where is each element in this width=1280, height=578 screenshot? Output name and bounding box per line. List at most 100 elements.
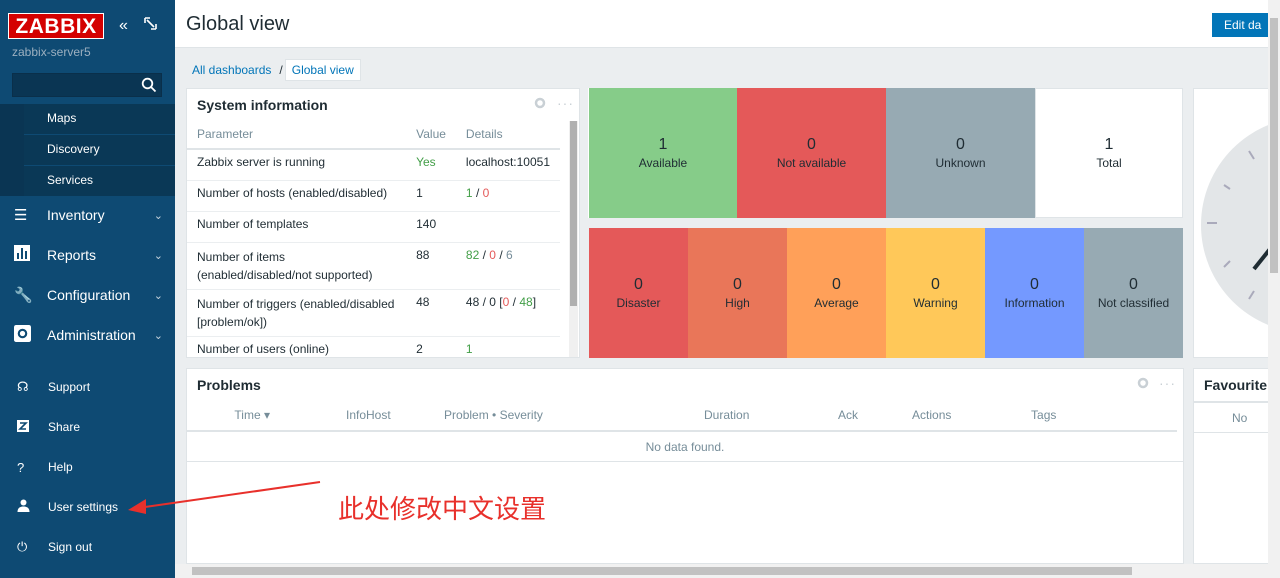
severity-count: 0: [733, 276, 742, 293]
column-header-actions: Actions: [912, 399, 1032, 432]
favourite-empty: No: [1194, 401, 1268, 433]
column-header-time[interactable]: Time ▾: [187, 399, 270, 432]
menu-item-label: Reports: [47, 247, 97, 263]
severity-average-box[interactable]: 0 Average: [787, 228, 886, 358]
menu-item-label: Configuration: [47, 287, 131, 303]
widget-scrollbar-thumb[interactable]: [570, 121, 577, 306]
search-box: [12, 73, 162, 97]
host-label: Total: [1096, 156, 1122, 170]
chevron-down-icon: ⌄: [153, 329, 163, 342]
widget-more-icon[interactable]: ···: [557, 95, 574, 111]
breadcrumb: All dashboards / Global view: [186, 59, 361, 81]
clock-face-icon: [1201, 125, 1268, 325]
zabbix-logo[interactable]: ZABBIX: [8, 13, 104, 39]
value-cell: 2: [406, 336, 456, 357]
gear-icon: [0, 324, 47, 346]
host-available-box[interactable]: 1 Available: [589, 88, 737, 218]
value-cell: 88: [406, 242, 456, 290]
param-cell: Zabbix server is running: [187, 149, 407, 181]
menu-item-configuration[interactable]: 🔧 Configuration ⌄: [0, 275, 175, 315]
page-title: Global view: [186, 13, 290, 35]
no-data-message: No data found.: [187, 432, 1183, 462]
menu-item-reports[interactable]: Reports ⌄: [0, 235, 175, 275]
edit-dashboard-button[interactable]: Edit da: [1212, 13, 1272, 37]
user-icon: [0, 499, 48, 515]
page-vertical-scrollbar[interactable]: [1268, 0, 1280, 578]
table-row: Number of triggers (enabled/disabled [pr…: [187, 289, 560, 337]
problems-widget: Problems ··· Time ▾ Info Host Problem • …: [186, 368, 1184, 564]
table-row: Zabbix server is running Yes localhost:1…: [187, 149, 560, 181]
widget-settings-icon[interactable]: [534, 97, 546, 109]
table-row: Number of templates 140: [187, 211, 560, 243]
breadcrumb-current[interactable]: Global view: [284, 59, 361, 81]
severity-not-classified-box[interactable]: 0 Not classified: [1084, 228, 1183, 358]
severity-label: Not classified: [1097, 296, 1170, 310]
sidebar-item-share[interactable]: Share: [0, 407, 175, 447]
submenu-item-discovery[interactable]: Discovery: [24, 135, 175, 166]
system-info-table: Parameter Value Details Zabbix server is…: [187, 119, 560, 357]
widget-more-icon[interactable]: ···: [1159, 375, 1176, 391]
value-cell: 48: [406, 289, 456, 337]
page-header: Global view Edit da: [175, 0, 1280, 48]
page-horizontal-scrollbar[interactable]: [175, 564, 1268, 578]
breadcrumb-all-dashboards[interactable]: All dashboards: [186, 59, 277, 81]
details-cell: [455, 211, 560, 243]
severity-warning-box[interactable]: 0 Warning: [886, 228, 985, 358]
sidebar-item-sign-out[interactable]: ⏻ Sign out: [0, 527, 175, 567]
param-cell: Number of items (enabled/disabled/not su…: [187, 242, 407, 290]
menu-item-administration[interactable]: Administration ⌄: [0, 315, 175, 355]
details-cell: 82 / 0 / 6: [455, 242, 560, 290]
severity-high-box[interactable]: 0 High: [688, 228, 787, 358]
search-icon[interactable]: [141, 77, 157, 93]
param-cell: Number of hosts (enabled/disabled): [187, 180, 407, 212]
column-header-tags: Tags: [1031, 399, 1177, 432]
collapse-sidebar-icon[interactable]: «: [119, 17, 128, 35]
chevron-down-icon: ⌄: [153, 249, 163, 262]
details-cell: 1: [455, 336, 560, 357]
scrollbar-thumb[interactable]: [192, 567, 1132, 575]
menu-item-label: Inventory: [47, 207, 105, 223]
severity-label: High: [725, 296, 750, 310]
host-total-box[interactable]: 1 Total: [1035, 88, 1183, 218]
table-row: Number of hosts (enabled/disabled) 1 1 /…: [187, 180, 560, 212]
kiosk-mode-icon[interactable]: [144, 17, 157, 30]
widget-title: Favourite: [1204, 377, 1268, 393]
host-not-available-box[interactable]: 0 Not available: [737, 88, 886, 218]
table-row: Number of items (enabled/disabled/not su…: [187, 242, 560, 290]
value-cell: Yes: [406, 149, 456, 181]
list-icon: ☰: [14, 207, 28, 224]
headset-icon: ☊: [17, 379, 29, 394]
server-name: zabbix-server5: [12, 45, 91, 59]
table-row: Number of users (online) 2 1: [187, 336, 560, 357]
param-cell: Number of triggers (enabled/disabled [pr…: [187, 289, 407, 337]
severity-count: 0: [931, 276, 940, 293]
scrollbar-thumb[interactable]: [1270, 18, 1278, 273]
bar-chart-icon: [0, 245, 47, 265]
sidebar-item-support[interactable]: ☊ Support: [0, 367, 175, 407]
widget-settings-icon[interactable]: [1137, 377, 1149, 389]
submenu-item-maps[interactable]: Maps: [24, 104, 175, 135]
host-unknown-box[interactable]: 0 Unknown: [886, 88, 1035, 218]
annotation-text: 此处修改中文设置: [338, 495, 547, 525]
severity-label: Average: [814, 296, 859, 310]
wrench-icon: 🔧: [14, 287, 33, 304]
widget-scrollbar[interactable]: [569, 121, 578, 357]
widget-title: System information: [197, 97, 328, 113]
param-cell: Number of users (online): [187, 336, 407, 357]
clock-widget: [1193, 88, 1269, 358]
severity-label: Information: [1004, 296, 1065, 310]
question-icon: ?: [17, 459, 25, 475]
column-header-host: Host: [366, 399, 445, 432]
menu-item-inventory[interactable]: ☰ Inventory ⌄: [0, 195, 175, 235]
severity-label: Disaster: [616, 296, 661, 310]
severity-disaster-box[interactable]: 0 Disaster: [589, 228, 688, 358]
system-information-widget: System information ··· Parameter Value D…: [186, 88, 580, 358]
submenu-item-services[interactable]: Services: [24, 166, 175, 197]
value-cell: 140: [406, 211, 456, 243]
severity-information-box[interactable]: 0 Information: [985, 228, 1084, 358]
severity-count: 0: [634, 276, 643, 293]
sidebar-item-label: Help: [48, 460, 73, 474]
widget-title: Problems: [197, 377, 261, 393]
severity-count: 0: [832, 276, 841, 293]
search-input[interactable]: [13, 74, 137, 96]
